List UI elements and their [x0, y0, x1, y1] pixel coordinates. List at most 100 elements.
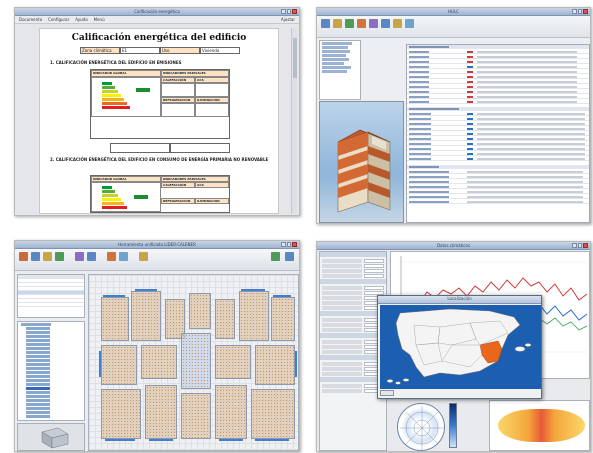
maximize-button[interactable]	[577, 243, 583, 248]
tree-item[interactable]	[26, 383, 50, 386]
maximize-button[interactable]	[286, 9, 292, 14]
tree-item[interactable]	[26, 379, 50, 382]
table-row[interactable]	[407, 70, 589, 74]
mini-3d-preview[interactable]	[17, 423, 85, 451]
table-row[interactable]	[407, 175, 589, 179]
table-row[interactable]	[407, 157, 589, 161]
form-row[interactable]	[322, 269, 384, 273]
results-icon[interactable]	[381, 19, 390, 28]
help-icon[interactable]	[285, 252, 294, 261]
table-row[interactable]	[407, 127, 589, 131]
room[interactable]	[239, 291, 269, 341]
property-row[interactable]	[18, 303, 84, 307]
tree-item[interactable]	[26, 411, 50, 414]
tree-item[interactable]	[26, 415, 50, 418]
form-row[interactable]	[322, 286, 384, 290]
room[interactable]	[251, 389, 295, 439]
table-row[interactable]	[407, 65, 589, 69]
floor-icon[interactable]	[19, 252, 28, 261]
location-map-dialog[interactable]: Localización	[377, 295, 542, 399]
room[interactable]	[215, 299, 235, 339]
window-opening[interactable]	[103, 295, 125, 297]
wall-icon[interactable]	[43, 252, 52, 261]
roof-icon[interactable]	[75, 252, 84, 261]
tree-item[interactable]	[26, 375, 50, 378]
report-icon[interactable]	[393, 19, 402, 28]
minimize-button[interactable]	[281, 9, 286, 14]
tree-item[interactable]	[322, 70, 347, 73]
properties-panel[interactable]	[17, 274, 85, 318]
map-ok-button[interactable]	[380, 390, 394, 396]
zoom-select[interactable]: Ajustar	[281, 17, 295, 22]
table-row[interactable]	[407, 122, 589, 126]
open-folder-icon[interactable]	[333, 19, 342, 28]
window-controls[interactable]	[281, 9, 298, 14]
settings-icon[interactable]	[405, 19, 414, 28]
table-row[interactable]	[407, 137, 589, 141]
window-opening[interactable]	[273, 295, 291, 297]
form-row[interactable]	[322, 350, 384, 354]
table-row[interactable]	[407, 170, 589, 174]
building-icon[interactable]	[357, 19, 366, 28]
close-button[interactable]	[583, 243, 589, 248]
table-row[interactable]	[407, 132, 589, 136]
form-row[interactable]	[322, 264, 384, 268]
room[interactable]	[271, 297, 295, 341]
window-opening[interactable]	[105, 439, 135, 441]
window-opening[interactable]	[255, 439, 289, 441]
minimize-button[interactable]	[572, 243, 577, 248]
window-opening[interactable]	[135, 289, 157, 291]
close-button[interactable]	[292, 9, 298, 14]
tree-item[interactable]	[26, 327, 50, 330]
room[interactable]	[181, 393, 211, 439]
vertical-scrollbar[interactable]	[291, 28, 297, 214]
form-row[interactable]	[322, 291, 384, 295]
window-opening[interactable]	[295, 351, 297, 377]
window-opening[interactable]	[149, 439, 173, 441]
form-row[interactable]	[322, 296, 384, 300]
room[interactable]	[101, 389, 141, 439]
tree-item[interactable]	[26, 371, 50, 374]
table-row[interactable]	[407, 200, 589, 204]
calculate-icon[interactable]	[369, 19, 378, 28]
spain-map[interactable]	[380, 305, 541, 389]
window-opening[interactable]	[219, 439, 243, 441]
table-row[interactable]	[407, 75, 589, 79]
table-row[interactable]	[407, 80, 589, 84]
close-button[interactable]	[583, 9, 589, 14]
building-3d-view[interactable]	[319, 101, 404, 223]
form-row[interactable]	[322, 367, 384, 371]
table-row[interactable]	[407, 190, 589, 194]
menu-item-documento[interactable]: Documento	[19, 17, 42, 22]
table-row[interactable]	[407, 60, 589, 64]
new-project-icon[interactable]	[321, 19, 330, 28]
window-controls[interactable]	[281, 242, 298, 247]
zoom-icon[interactable]	[271, 252, 280, 261]
tree-item[interactable]	[322, 66, 351, 69]
results-grid[interactable]	[406, 44, 590, 223]
save-icon[interactable]	[345, 19, 354, 28]
tree-item[interactable]	[26, 407, 50, 410]
tree-item[interactable]	[26, 403, 50, 406]
room[interactable]	[101, 345, 137, 385]
floor-plan-canvas[interactable]	[88, 274, 299, 451]
table-row[interactable]	[407, 90, 589, 94]
tree-item[interactable]	[26, 399, 50, 402]
view-3d-icon[interactable]	[107, 252, 116, 261]
room[interactable]	[215, 385, 247, 439]
tree-item[interactable]	[26, 343, 50, 346]
form-row[interactable]	[322, 362, 384, 366]
form-row[interactable]	[322, 372, 384, 376]
tree-item[interactable]	[26, 367, 50, 370]
form-row[interactable]	[322, 259, 384, 263]
window-opening[interactable]	[241, 289, 265, 291]
table-row[interactable]	[407, 50, 589, 54]
table-row[interactable]	[407, 85, 589, 89]
close-button[interactable]	[292, 242, 298, 247]
table-row[interactable]	[407, 185, 589, 189]
table-row[interactable]	[407, 195, 589, 199]
tree-item[interactable]	[26, 395, 50, 398]
tree-item[interactable]	[26, 355, 50, 358]
tree-item[interactable]	[322, 58, 349, 61]
form-row[interactable]	[322, 340, 384, 344]
